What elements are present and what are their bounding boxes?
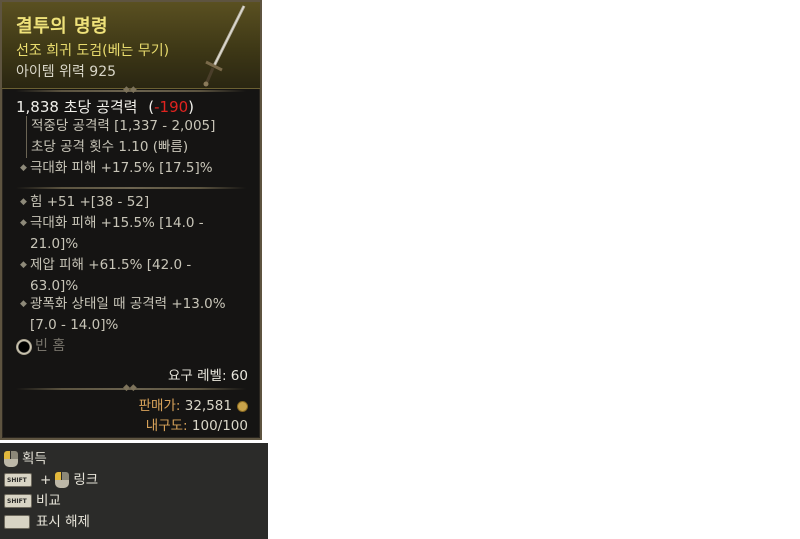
item-power: 아이템 위력 925 — [16, 64, 117, 80]
acquire-hint[interactable]: 획득 — [4, 450, 47, 468]
sell-value: 32,581 — [184, 398, 232, 414]
sword-icon — [203, 5, 246, 87]
link-hint[interactable]: SHIFT + 링크 — [4, 471, 98, 489]
divider: ◆◆ — [16, 384, 246, 393]
dps-line: 1,838 초당 공격력 (-190) — [16, 98, 195, 116]
bullet-icon: ◆ — [20, 163, 27, 173]
controls-panel: 획득 SHIFT + 링크 SHIFT 비교 표시 해제 — [0, 443, 268, 539]
tooltip-header: 결투의 명령 선조 희귀 도검(베는 무기) 아이템 위력 925 — [2, 2, 260, 89]
bullet-icon: ◆ — [20, 218, 27, 228]
mouse-left-icon — [55, 472, 70, 488]
compare-hint[interactable]: SHIFT 비교 — [4, 492, 61, 510]
empty-socket-icon — [16, 339, 32, 355]
damage-per-hit: 적중당 공격력 [1,337 - 2,005] — [31, 118, 216, 134]
divider: ◆◆ — [16, 86, 246, 95]
affix-line: ◆ 광폭화 상태일 때 공격력 +13.0% [7.0 - 14.0]% — [20, 296, 226, 333]
item-name: 결투의 명령 — [16, 16, 109, 37]
affix-line: ◆ 극대화 피해 +15.5% [14.0 -21.0]% — [20, 215, 204, 252]
item-type: 선조 희귀 도검(베는 무기) — [16, 43, 170, 59]
affix-line: ◆ 제압 피해 +61.5% [42.0 -63.0]% — [20, 257, 192, 294]
attack-speed: 초당 공격 횟수 1.10 (빠름) — [31, 139, 189, 155]
substats: 적중당 공격력 [1,337 - 2,005] 초당 공격 횟수 1.10 (빠… — [26, 116, 215, 158]
durability-value: 100/100 — [191, 418, 248, 434]
bullet-icon: ◆ — [20, 299, 27, 309]
gold-coin-icon — [237, 400, 248, 412]
dps-delta: -190 — [154, 98, 189, 116]
mouse-left-icon — [4, 451, 18, 467]
divider — [16, 187, 246, 189]
bullet-icon: ◆ — [20, 260, 27, 270]
item-tooltip: 결투의 명령 선조 희귀 도검(베는 무기) 아이템 위력 925 ◆◆ 1,8… — [0, 0, 262, 440]
unmark-hint[interactable]: 표시 해제 — [4, 513, 90, 531]
affix-line: ◆ 힘 +51 +[38 - 52] — [20, 192, 149, 214]
implicit-affix: ◆ 극대화 피해 +17.5% [17.5]% — [20, 158, 213, 180]
socket-label: 빈 홈 — [35, 338, 66, 354]
spacebar-key-icon — [4, 515, 30, 529]
bullet-icon: ◆ — [20, 197, 27, 207]
durability: 내구도: 100/100 — [145, 418, 248, 434]
required-level: 요구 레벨: 60 — [168, 368, 248, 384]
shift-key-icon: SHIFT — [4, 473, 32, 487]
shift-key-icon: SHIFT — [4, 494, 32, 508]
dps-value: 1,838 초당 공격력 — [16, 98, 138, 116]
sell-price: 판매가: 32,581 — [139, 394, 248, 414]
